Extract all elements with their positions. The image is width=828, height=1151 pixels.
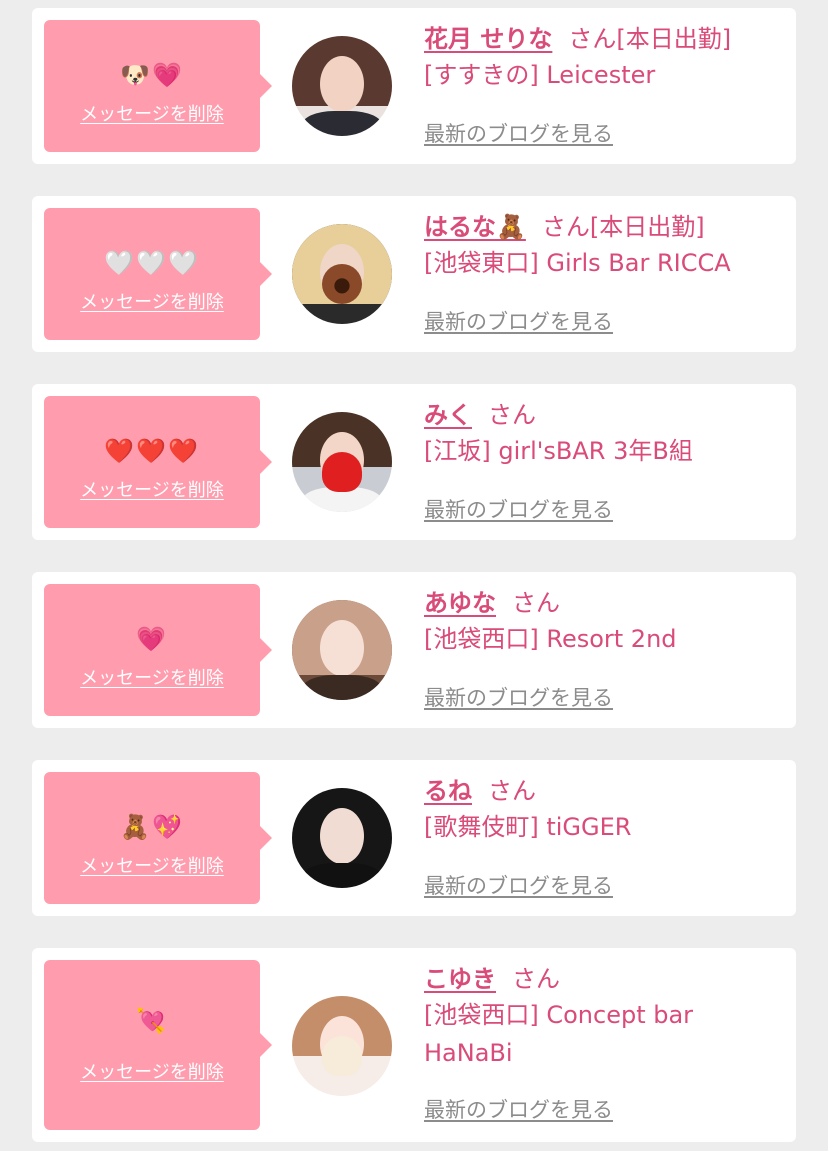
avatar[interactable] bbox=[292, 600, 392, 700]
latest-blog-link[interactable]: 最新のブログを見る bbox=[424, 1094, 613, 1124]
name-suffix: さん[本日出勤] bbox=[541, 213, 705, 241]
delete-message-link[interactable]: メッセージを削除 bbox=[44, 1058, 260, 1084]
message-bubble: 🤍🤍🤍 メッセージを削除 bbox=[44, 208, 272, 340]
name-suffix: さん bbox=[488, 401, 536, 429]
name-suffix: さん bbox=[488, 777, 536, 805]
latest-blog-link[interactable]: 最新のブログを見る bbox=[424, 118, 613, 148]
cast-name-link[interactable]: みく bbox=[424, 401, 472, 429]
message-card: 🤍🤍🤍 メッセージを削除 ● はるな🧸 さん[本日出勤] [池袋東口] Girls… bbox=[32, 196, 796, 352]
name-suffix: さん bbox=[512, 589, 560, 617]
message-bubble: 💗 メッセージを削除 bbox=[44, 584, 272, 716]
cast-name-link[interactable]: こゆき bbox=[424, 965, 496, 993]
message-card: 🐶💗 メッセージを削除 花月 せりな さん[本日出勤] [すすきの] Leices… bbox=[32, 8, 796, 164]
avatar[interactable] bbox=[292, 36, 392, 136]
latest-blog-link[interactable]: 最新のブログを見る bbox=[424, 870, 613, 900]
message-card: 💗 メッセージを削除 あゆな さん [池袋西口] Resort 2nd 最新のブロ… bbox=[32, 572, 796, 728]
shop-name: [池袋西口] Concept bar bbox=[424, 1001, 694, 1029]
avatar[interactable] bbox=[292, 788, 392, 888]
message-bubble: 🧸💖 メッセージを削除 bbox=[44, 772, 272, 904]
message-emoji: 💗 bbox=[136, 625, 168, 653]
avatar[interactable]: ● bbox=[292, 224, 392, 324]
message-emoji: 🤍🤍🤍 bbox=[104, 249, 200, 277]
delete-message-link[interactable]: メッセージを削除 bbox=[44, 100, 260, 126]
message-emoji: ❤️❤️❤️ bbox=[104, 437, 200, 465]
shop-name: [池袋西口] Resort 2nd bbox=[424, 625, 677, 653]
shop-name: [歌舞伎町] tiGGER bbox=[424, 813, 632, 841]
cast-name-link[interactable]: あゆな bbox=[424, 589, 496, 617]
message-emoji: 🐶💗 bbox=[120, 61, 184, 89]
message-card: ❤️❤️❤️ メッセージを削除 みく さん [江坂] girl'sBAR 3年B組… bbox=[32, 384, 796, 540]
latest-blog-link[interactable]: 最新のブログを見る bbox=[424, 494, 613, 524]
heart-sticker bbox=[322, 1036, 362, 1076]
delete-message-link[interactable]: メッセージを削除 bbox=[44, 664, 260, 690]
heart-sticker bbox=[322, 452, 362, 492]
message-list: 🐶💗 メッセージを削除 花月 せりな さん[本日出勤] [すすきの] Leices… bbox=[0, 0, 828, 1151]
message-card: 🧸💖 メッセージを削除 るね さん [歌舞伎町] tiGGER 最新のブログを見る bbox=[32, 760, 796, 916]
message-bubble: 🐶💗 メッセージを削除 bbox=[44, 20, 272, 152]
cast-name-link[interactable]: 花月 せりな bbox=[424, 25, 552, 53]
shop-name: [すすきの] Leicester bbox=[424, 61, 656, 89]
delete-message-link[interactable]: メッセージを削除 bbox=[44, 476, 260, 502]
cast-name-link[interactable]: はるな🧸 bbox=[424, 213, 526, 241]
latest-blog-link[interactable]: 最新のブログを見る bbox=[424, 306, 613, 336]
message-emoji: 🧸💖 bbox=[120, 813, 184, 841]
shop-name: [池袋東口] Girls Bar RICCA bbox=[424, 249, 731, 277]
message-card: 💘 メッセージを削除 こゆき さん [池袋西口] Concept bar HaNa… bbox=[32, 948, 796, 1142]
avatar[interactable] bbox=[292, 996, 392, 1096]
avatar[interactable] bbox=[292, 412, 392, 512]
latest-blog-link[interactable]: 最新のブログを見る bbox=[424, 682, 613, 712]
message-bubble: 💘 メッセージを削除 bbox=[44, 960, 272, 1130]
name-suffix: さん bbox=[512, 965, 560, 993]
shop-name: [江坂] girl'sBAR 3年B組 bbox=[424, 437, 693, 465]
bear-sticker: ● bbox=[322, 264, 362, 304]
cast-name-link[interactable]: るね bbox=[424, 777, 472, 805]
name-suffix: さん[本日出勤] bbox=[568, 25, 732, 53]
delete-message-link[interactable]: メッセージを削除 bbox=[44, 852, 260, 878]
shop-name-line-2: HaNaBi bbox=[424, 1039, 513, 1067]
message-emoji: 💘 bbox=[136, 1007, 168, 1035]
delete-message-link[interactable]: メッセージを削除 bbox=[44, 288, 260, 314]
message-bubble: ❤️❤️❤️ メッセージを削除 bbox=[44, 396, 272, 528]
